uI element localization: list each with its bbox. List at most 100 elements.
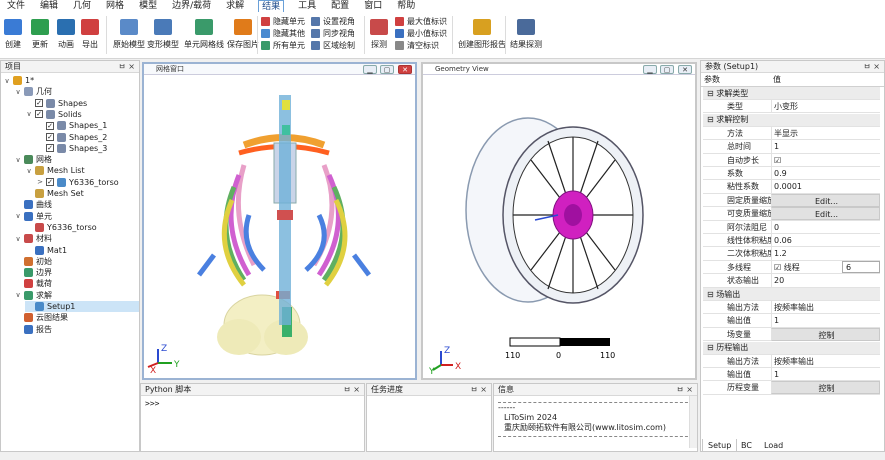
tree-item[interactable]: ∨ 网格: [14, 154, 139, 165]
menu-item-11[interactable]: 帮助: [396, 0, 416, 12]
create-graph-report-button[interactable]: 创建图形报告: [458, 16, 506, 50]
update-button[interactable]: 更新: [31, 16, 49, 50]
menu-item-8[interactable]: 工具: [297, 0, 317, 12]
menu-item-9[interactable]: 配置: [330, 0, 350, 12]
tab-load[interactable]: Load: [759, 439, 788, 452]
tree-item[interactable]: > ✓ Y6336_torso: [36, 177, 139, 188]
expand-toggle-icon[interactable]: ∨: [25, 110, 33, 118]
tree-item[interactable]: 报告: [14, 324, 139, 335]
param-group-header[interactable]: ⊟ 历程输出: [703, 341, 880, 355]
mesh-window-viewport[interactable]: 网格窗口 ▁ ▢ ✕ Z Y X: [142, 62, 417, 380]
tree-item[interactable]: ∨ Mesh List: [25, 165, 139, 176]
menu-item-10[interactable]: 窗口: [363, 0, 383, 12]
param-value[interactable]: 小变形: [771, 99, 880, 113]
param-group-header[interactable]: ⊟ 求解控制: [703, 113, 880, 127]
menu-item-6[interactable]: 求解: [225, 0, 245, 12]
tree-item[interactable]: 载荷: [14, 278, 139, 289]
export-button[interactable]: 导出: [81, 16, 99, 50]
tree-item[interactable]: ∨ 求解: [14, 290, 139, 301]
param-value[interactable]: 按频率输出: [771, 300, 880, 314]
tree-item[interactable]: ∨ ✓ Solids: [25, 109, 139, 120]
thread-count-input[interactable]: 6: [842, 260, 880, 273]
result-probe-button[interactable]: 结果探测: [510, 16, 542, 50]
marker-button-1[interactable]: 最小值标识: [395, 27, 447, 39]
visibility-checkbox[interactable]: ✓: [46, 144, 54, 153]
menu-item-4[interactable]: 模型: [138, 0, 158, 12]
expand-toggle-icon[interactable]: ∨: [14, 156, 22, 164]
marker-button-2[interactable]: 清空标识: [395, 39, 439, 51]
tree-item[interactable]: ∨ 材料: [14, 233, 139, 244]
visibility-checkbox[interactable]: ✓: [35, 99, 43, 108]
expand-toggle-icon[interactable]: ∨: [14, 88, 22, 96]
visibility-checkbox[interactable]: ✓: [35, 110, 43, 119]
panel-float-close-controls[interactable]: ㅂ ×: [343, 384, 360, 396]
visibility-button-0[interactable]: 隐藏单元: [261, 15, 305, 27]
view-button-1[interactable]: 同步视角: [311, 27, 355, 39]
tree-item[interactable]: ∨ 几何: [14, 86, 139, 97]
view-button-0[interactable]: 设置视角: [311, 15, 355, 27]
param-value[interactable]: 0: [771, 220, 880, 234]
panel-float-close-controls[interactable]: ㅂ ×: [863, 61, 880, 73]
maximize-button[interactable]: ▢: [660, 65, 674, 74]
expand-toggle-icon[interactable]: >: [36, 178, 44, 186]
animation-button[interactable]: 动画: [57, 16, 75, 50]
visibility-checkbox[interactable]: ✓: [46, 178, 54, 187]
tree-item[interactable]: 初始: [14, 256, 139, 267]
param-button[interactable]: Edit...: [771, 193, 880, 207]
param-value[interactable]: 1.2: [771, 247, 880, 261]
minimize-button[interactable]: ▁: [643, 65, 657, 74]
tree-item[interactable]: ∨ 单元: [14, 211, 139, 222]
tree-item[interactable]: ∨ 1*: [3, 75, 139, 86]
python-console[interactable]: >>>: [141, 396, 364, 411]
close-button[interactable]: ✕: [398, 65, 412, 74]
expand-toggle-icon[interactable]: ∨: [14, 212, 22, 220]
tree-item[interactable]: 边界: [14, 267, 139, 278]
tree-item[interactable]: Mesh Set: [25, 188, 139, 199]
param-group-header[interactable]: ⊟ 求解类型: [703, 87, 880, 100]
tree-item[interactable]: ✓ Shapes_1: [36, 120, 139, 131]
expand-toggle-icon[interactable]: ∨: [14, 235, 22, 243]
tab-bc[interactable]: BC: [736, 439, 757, 452]
param-value[interactable]: 1: [771, 140, 880, 154]
param-value[interactable]: ☑: [771, 153, 880, 167]
param-value[interactable]: 20: [771, 274, 880, 288]
tab-setup[interactable]: Setup: [702, 439, 738, 452]
tree-item[interactable]: 曲线: [14, 199, 139, 210]
menu-item-3[interactable]: 网格: [105, 0, 125, 12]
expand-toggle-icon[interactable]: ∨: [25, 167, 33, 175]
expand-toggle-icon[interactable]: ∨: [14, 291, 22, 299]
param-button[interactable]: 控制: [771, 381, 880, 395]
tree-item[interactable]: ✓ Shapes_2: [36, 132, 139, 143]
info-scrollbar[interactable]: [689, 396, 697, 448]
panel-float-close-controls[interactable]: ㅂ ×: [118, 61, 135, 73]
param-value[interactable]: 0.06: [771, 233, 880, 247]
param-value[interactable]: 半显示: [771, 126, 880, 140]
param-button[interactable]: 控制: [771, 327, 880, 341]
visibility-checkbox[interactable]: ✓: [46, 133, 54, 141]
menu-item-2[interactable]: 几何: [72, 0, 92, 12]
menu-item-0[interactable]: 文件: [6, 0, 26, 12]
close-button[interactable]: ✕: [678, 65, 692, 74]
param-button[interactable]: Edit...: [771, 207, 880, 221]
tree-item[interactable]: ✓ Shapes: [25, 98, 139, 109]
tree-item[interactable]: Mat1: [25, 245, 139, 256]
visibility-button-1[interactable]: 隐藏其他: [261, 27, 305, 39]
create-button[interactable]: 创建: [4, 16, 22, 50]
panel-float-close-controls[interactable]: ㅂ ×: [470, 384, 487, 396]
tree-item[interactable]: Setup1: [25, 301, 139, 312]
minimize-button[interactable]: ▁: [363, 65, 377, 74]
original-model-button[interactable]: 原始模型: [113, 16, 145, 50]
tree-item[interactable]: Y6336_torso: [25, 222, 139, 233]
expand-toggle-icon[interactable]: ∨: [3, 77, 11, 85]
param-group-header[interactable]: ⊟ 场输出: [703, 288, 880, 301]
menu-item-5[interactable]: 边界/载荷: [171, 0, 212, 12]
save-image-button[interactable]: 保存图片: [227, 16, 259, 50]
view-button-2[interactable]: 区域绘制: [311, 39, 355, 51]
element-mesh-button[interactable]: 单元网格线: [184, 16, 224, 50]
panel-float-close-controls[interactable]: ㅂ ×: [676, 384, 693, 396]
tree-item[interactable]: 云图结果: [14, 312, 139, 323]
visibility-button-2[interactable]: 所有单元: [261, 39, 305, 51]
geometry-view-viewport[interactable]: Geometry View ▁ ▢ ✕ 110 0 110 Z X Y: [421, 62, 697, 380]
menu-item-1[interactable]: 编辑: [39, 0, 59, 12]
param-value[interactable]: 0.0001: [771, 180, 880, 194]
